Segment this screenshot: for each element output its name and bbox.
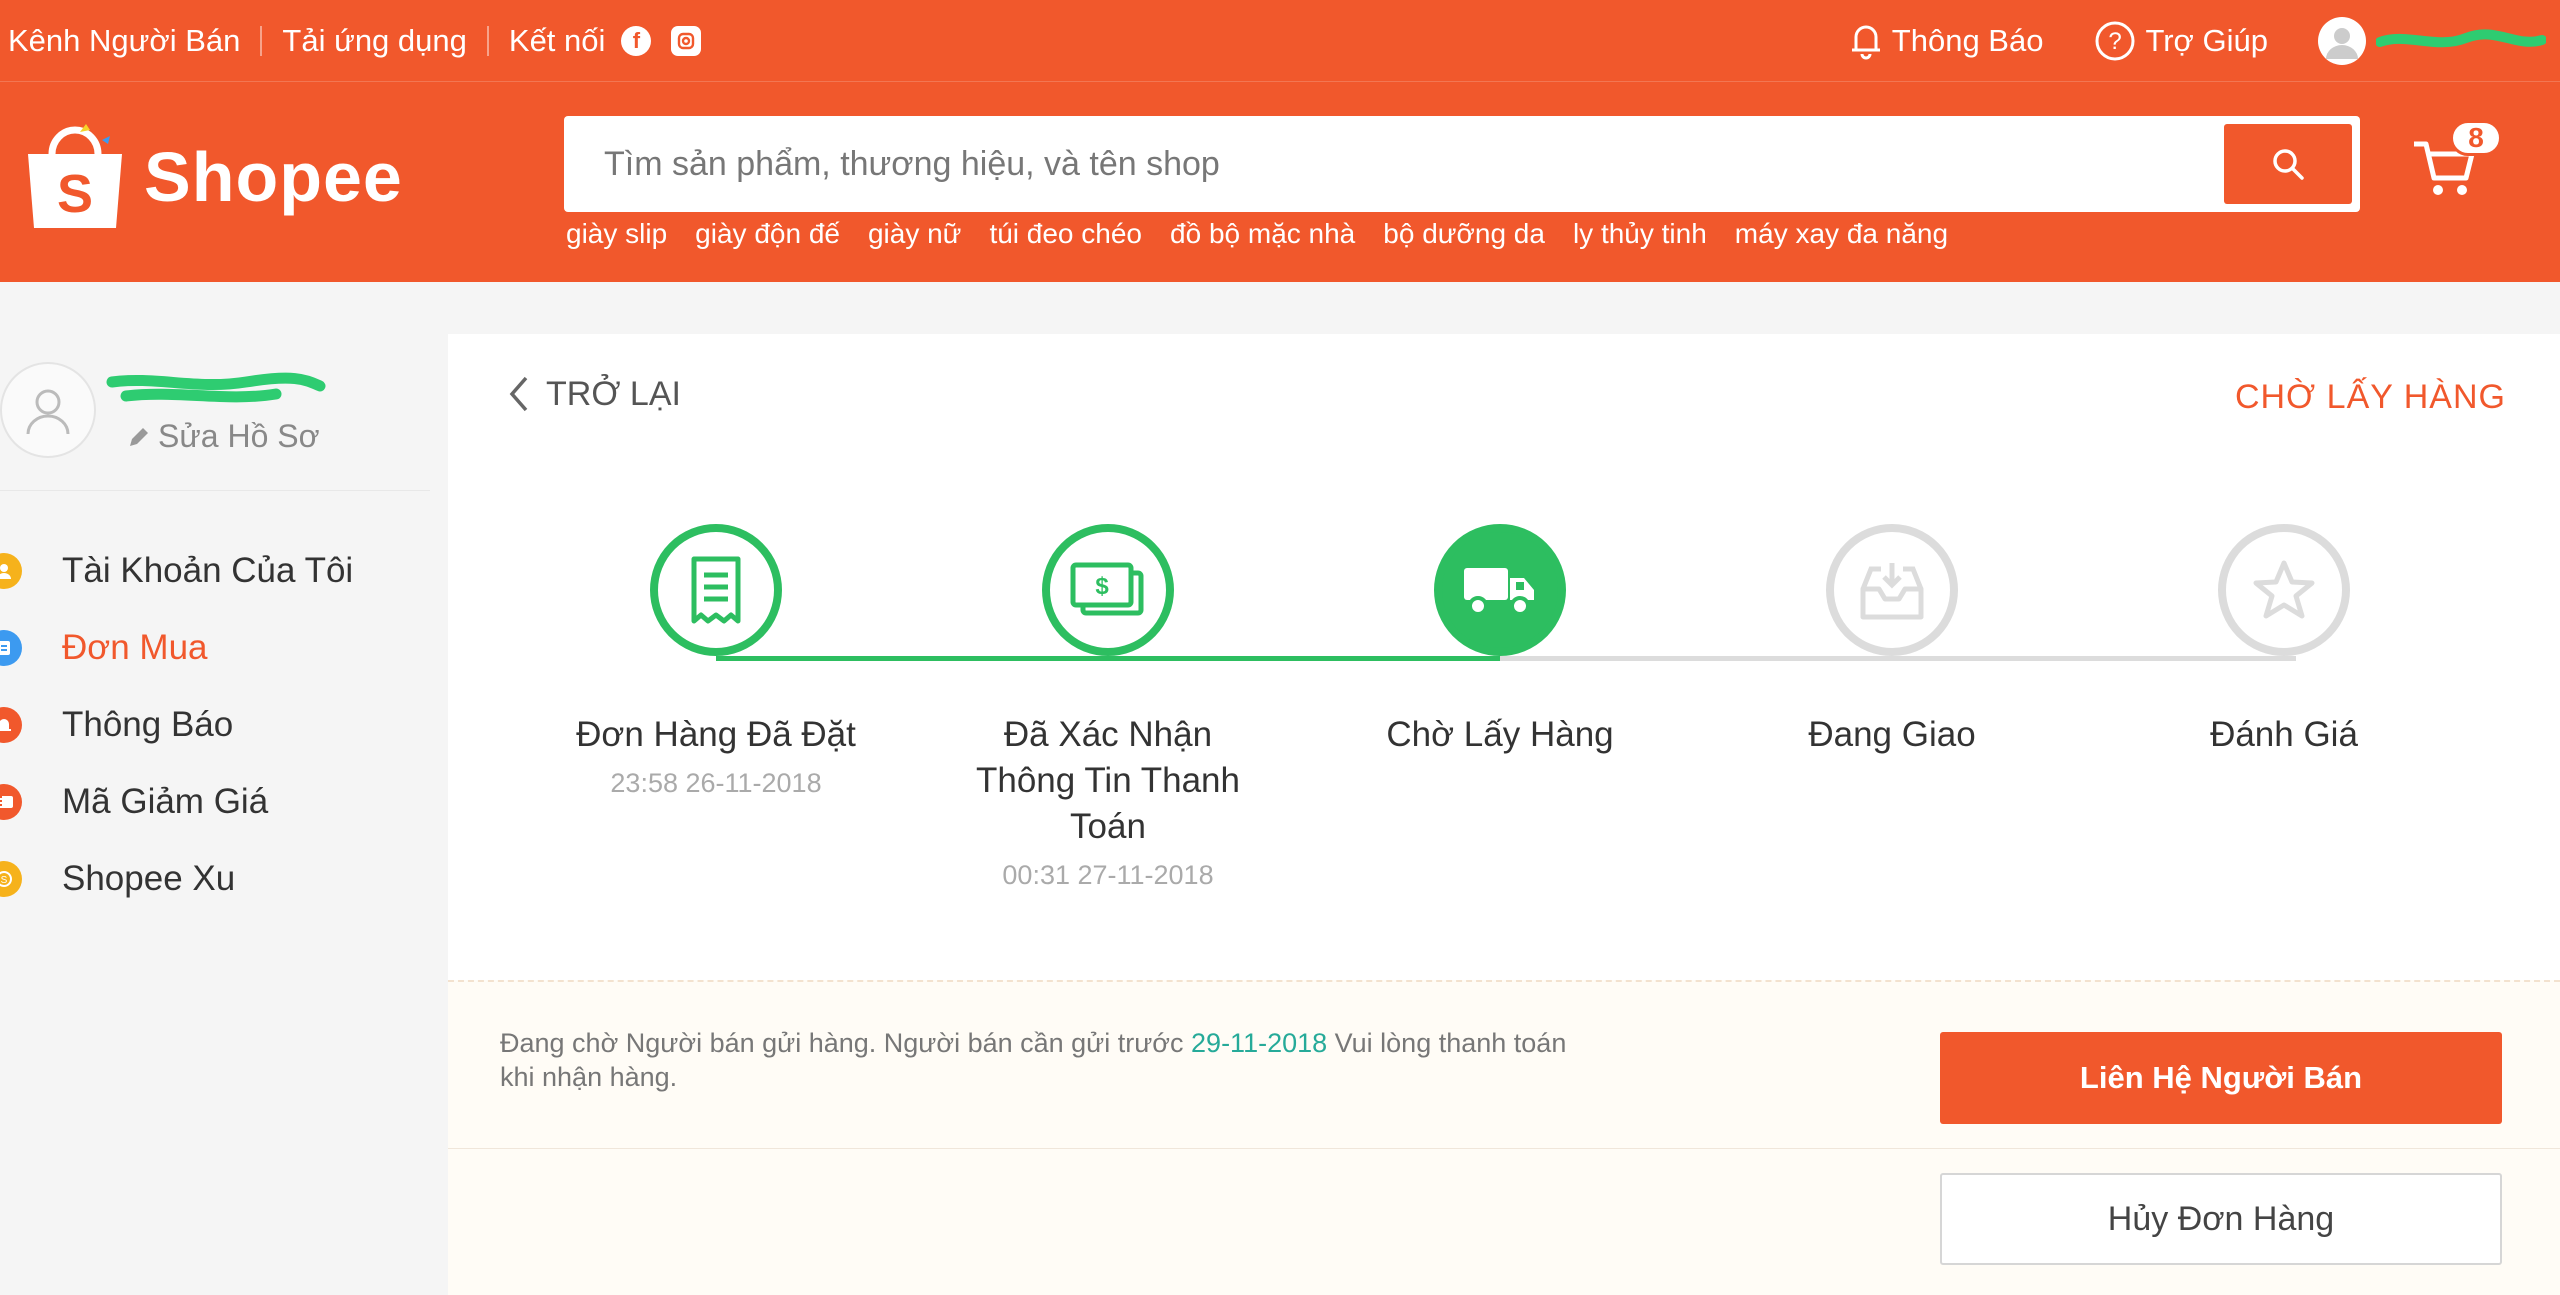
step-circle	[1826, 524, 1958, 656]
step-circle	[1434, 524, 1566, 656]
suggestion-link[interactable]: bộ dưỡng da	[1383, 218, 1545, 250]
progress-line-pending	[1500, 656, 2296, 661]
shopee-logo[interactable]: S Shopee	[20, 118, 403, 236]
step-title: Đánh Giá	[2210, 715, 2358, 754]
truck-icon	[1464, 568, 1534, 616]
chevron-left-icon	[509, 376, 528, 412]
divider	[486, 26, 489, 56]
step-title: Đang Giao	[1808, 715, 1976, 754]
sidebar-item-vouchers[interactable]: Mã Giảm Giá	[0, 763, 353, 840]
sidebar-item-notifications[interactable]: Thông Báo	[0, 686, 353, 763]
contact-seller-button[interactable]: Liên Hệ Người Bán	[1940, 1032, 2502, 1124]
help-icon: ?	[2095, 21, 2135, 61]
inbox-icon	[1860, 563, 1924, 620]
seller-channel-link[interactable]: Kênh Người Bán	[8, 23, 240, 59]
progress-line-done	[716, 656, 1500, 661]
logo-text: Shopee	[144, 138, 403, 216]
step-time: 00:31 27-11-2018	[1002, 860, 1214, 890]
suggestion-link[interactable]: ly thủy tinh	[1573, 218, 1707, 250]
step-circle	[2218, 524, 2350, 656]
divider	[260, 26, 263, 56]
suggestion-link[interactable]: đồ bộ mặc nhà	[1170, 218, 1355, 250]
back-button[interactable]: TRỞ LẠI	[506, 374, 681, 414]
avatar[interactable]	[0, 362, 96, 458]
order-status-label: CHỜ LẤY HÀNG	[2234, 378, 2506, 416]
svg-text:?: ?	[2109, 28, 2122, 55]
step-title: Đơn Hàng Đã Đặt	[576, 715, 856, 754]
order-detail-panel: TRỞ LẠI CHỜ LẤY HÀNG Đơn Hàng Đã Đặt 23:…	[448, 334, 2560, 1295]
help-label: Trợ Giúp	[2145, 23, 2268, 58]
receipt-icon	[691, 556, 741, 624]
sidebar-item-label: Đơn Mua	[62, 627, 208, 667]
sidebar: Sửa Hồ Sơ Tài Khoản Của Tôi Đơn Mua Thôn…	[0, 282, 444, 1295]
voucher-icon	[0, 783, 22, 820]
account-menu[interactable]	[2318, 17, 2546, 65]
search-box	[564, 116, 2360, 212]
avatar	[2318, 17, 2366, 65]
shopping-bag-icon: S	[28, 124, 122, 228]
svg-text:S: S	[57, 164, 93, 224]
notifications-label: Thông Báo	[1891, 23, 2044, 58]
sidebar-item-label: Shopee Xu	[62, 858, 236, 898]
sidebar-item-orders[interactable]: Đơn Mua	[0, 609, 353, 686]
user-icon	[0, 552, 22, 589]
top-bar: Kênh Người Bán Tải ứng dụng Kết nối f Th…	[0, 0, 2560, 82]
back-label: TRỞ LẠI	[546, 374, 681, 413]
suggestion-link[interactable]: giày độn đế	[695, 218, 840, 250]
star-icon	[2253, 560, 2315, 619]
coin-icon: S	[0, 860, 22, 897]
step-title: Đã Xác Nhận Thông Tin Thanh Toán	[976, 715, 1240, 846]
search-suggestions: giày slip giày độn đế giày nữ túi đeo ch…	[566, 218, 1976, 250]
bell-icon	[0, 706, 22, 743]
suggestion-link[interactable]: giày nữ	[868, 218, 961, 250]
divider	[0, 490, 430, 491]
profile-summary: Sửa Hồ Sơ	[0, 362, 444, 472]
site-header: Kênh Người Bán Tải ứng dụng Kết nối f Th…	[0, 0, 2560, 282]
step-circle: $	[1042, 524, 1174, 656]
bell-icon	[1851, 25, 1880, 60]
ship-by-date: 29-11-2018	[1191, 1028, 1328, 1058]
instagram-icon[interactable]	[671, 26, 702, 56]
suggestion-link[interactable]: giày slip	[566, 218, 667, 250]
order-notice-bar: Đang chờ Người bán gửi hàng. Người bán c…	[448, 980, 2560, 1148]
user-icon	[2326, 28, 2358, 59]
sidebar-item-label: Thông Báo	[62, 704, 234, 744]
help-link[interactable]: ? Trợ Giúp	[2093, 19, 2268, 63]
step-time: 23:58 26-11-2018	[610, 768, 822, 798]
sidebar-item-shopee-coins[interactable]: S Shopee Xu	[0, 840, 353, 917]
order-progress-stepper: Đơn Hàng Đã Đặt 23:58 26-11-2018 $ Đã Xá…	[448, 524, 2560, 1024]
order-notice-text: Đang chờ Người bán gửi hàng. Người bán c…	[500, 1026, 1600, 1094]
svg-text:$: $	[1095, 573, 1109, 600]
connect-label: Kết nối	[508, 23, 606, 58]
sidebar-item-label: Tài Khoản Của Tôi	[62, 550, 354, 590]
suggestion-link[interactable]: túi đeo chéo	[989, 218, 1142, 250]
redacted-username	[2376, 29, 2546, 48]
account-menu-list: Tài Khoản Của Tôi Đơn Mua Thông Báo Mã G…	[0, 532, 353, 917]
user-icon	[26, 389, 70, 435]
search-input[interactable]	[564, 116, 2214, 212]
notice-text-start: Đang chờ Người bán gửi hàng. Người bán c…	[500, 1028, 1192, 1058]
svg-text:S: S	[1, 875, 8, 886]
edit-profile-link[interactable]: Sửa Hồ Sơ	[126, 418, 320, 455]
facebook-icon[interactable]: f	[621, 26, 652, 56]
cancel-order-button[interactable]: Hủy Đơn Hàng	[1940, 1173, 2502, 1265]
money-icon: $	[1070, 562, 1144, 616]
top-bar-left: Kênh Người Bán Tải ứng dụng Kết nối f	[8, 0, 702, 82]
step-circle	[650, 524, 782, 656]
step-title: Chờ Lấy Hàng	[1386, 715, 1614, 754]
redacted-username	[106, 372, 326, 403]
order-icon	[0, 629, 22, 666]
sidebar-item-my-account[interactable]: Tài Khoản Của Tôi	[0, 532, 353, 609]
sidebar-item-label: Mã Giảm Giá	[62, 781, 269, 821]
cancel-area: Hủy Đơn Hàng	[448, 1148, 2560, 1295]
edit-profile-label: Sửa Hồ Sơ	[158, 418, 320, 454]
search-button[interactable]	[2224, 124, 2352, 204]
notifications-link[interactable]: Thông Báo	[1848, 22, 2044, 60]
pencil-icon	[130, 427, 148, 446]
top-bar-right: Thông Báo ? Trợ Giúp	[1848, 0, 2560, 82]
download-app-link[interactable]: Tải ứng dụng	[282, 23, 467, 59]
search-icon	[2273, 149, 2304, 180]
cart-count-badge: 8	[2450, 120, 2502, 156]
suggestion-link[interactable]: máy xay đa năng	[1735, 218, 1948, 250]
